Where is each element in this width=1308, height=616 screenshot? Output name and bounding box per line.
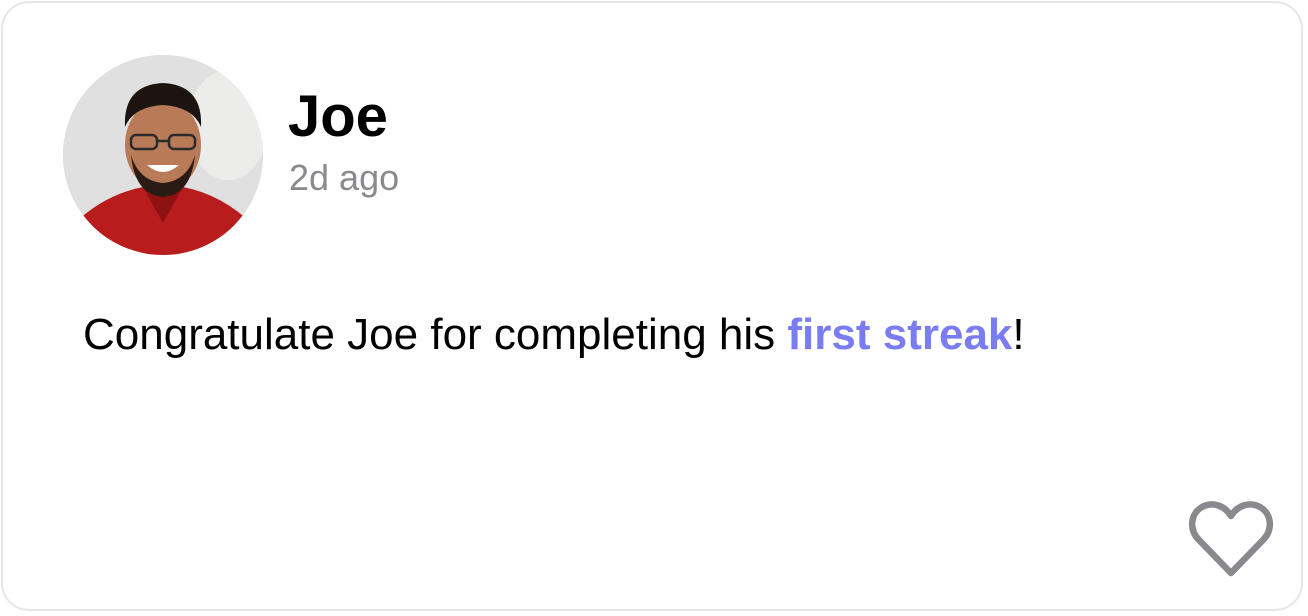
author-name[interactable]: Joe <box>288 83 388 151</box>
avatar-photo <box>63 55 263 255</box>
message-suffix: ! <box>1012 310 1025 359</box>
avatar[interactable] <box>63 55 263 255</box>
message-text: Congratulate Joe for completing his <box>83 310 788 359</box>
heart-outline-icon <box>1189 501 1273 577</box>
post-timestamp: 2d ago <box>289 157 400 198</box>
activity-card: Joe 2d ago Congratulate Joe for completi… <box>1 1 1303 611</box>
post-message: Congratulate Joe for completing his firs… <box>83 309 1025 361</box>
first-streak-link[interactable]: first streak <box>787 310 1012 359</box>
like-button[interactable] <box>1187 497 1275 581</box>
